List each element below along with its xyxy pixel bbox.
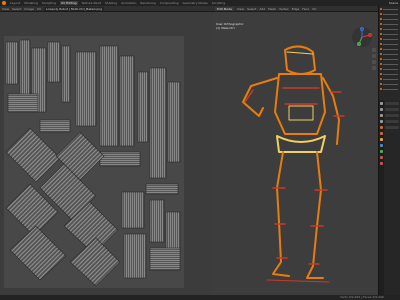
- outliner-row[interactable]: [379, 72, 400, 76]
- outliner-row[interactable]: [379, 57, 400, 61]
- object-icon: [380, 53, 382, 55]
- uv-layout[interactable]: [0, 12, 213, 300]
- object-icon: [380, 63, 382, 65]
- view-layer-icon[interactable]: [380, 120, 383, 123]
- tab-sculpting[interactable]: Sculpting: [42, 1, 56, 5]
- object-icon: [380, 83, 382, 85]
- viewport-nav-tools: [372, 48, 377, 70]
- property-field[interactable]: [385, 126, 399, 129]
- outliner-row[interactable]: [379, 32, 400, 36]
- vp-menu-vertex[interactable]: Vertex: [279, 7, 289, 11]
- tab-rendering[interactable]: Rendering: [140, 1, 155, 5]
- outliner-row[interactable]: [379, 17, 400, 21]
- properties-tab-strip: [379, 100, 384, 300]
- object-icon: [380, 73, 382, 75]
- outliner-row[interactable]: [379, 7, 400, 11]
- properties-content: [385, 102, 399, 129]
- property-field[interactable]: [385, 114, 399, 117]
- uv-menu-image[interactable]: Image: [24, 7, 33, 11]
- object-icon: [380, 78, 382, 80]
- camera-icon[interactable]: [372, 60, 376, 64]
- tab-compositing[interactable]: Compositing: [160, 1, 179, 5]
- object-icon: [380, 38, 382, 40]
- modifier-icon[interactable]: [380, 144, 383, 147]
- outliner-row[interactable]: [379, 12, 400, 16]
- outliner-row[interactable]: [379, 27, 400, 31]
- image-selector[interactable]: Lowpoly Robot | Multi-Ctrl_Baked.png: [44, 6, 105, 11]
- vp-menu-face[interactable]: Face: [302, 7, 309, 11]
- tab-scripting[interactable]: Scripting: [212, 1, 225, 5]
- tab-uv-editing[interactable]: UV Editing: [59, 1, 78, 5]
- outliner-row[interactable]: [379, 67, 400, 71]
- outliner-panel: [378, 6, 400, 100]
- object-icon[interactable]: [380, 138, 383, 141]
- property-field[interactable]: [385, 108, 399, 111]
- mode-selector[interactable]: Edit Mode: [215, 6, 234, 11]
- object-icon: [380, 8, 382, 10]
- outliner-row[interactable]: [379, 52, 400, 56]
- vp-menu-select[interactable]: Select: [247, 7, 256, 11]
- data-icon[interactable]: [380, 150, 383, 153]
- output-icon[interactable]: [380, 114, 383, 117]
- object-icon: [380, 68, 382, 70]
- object-icon: [380, 48, 382, 50]
- outliner-row[interactable]: [379, 77, 400, 81]
- tab-shading[interactable]: Shading: [105, 1, 117, 5]
- vp-menu-edge[interactable]: Edge: [292, 7, 300, 11]
- outliner-row[interactable]: [379, 47, 400, 51]
- object-icon: [380, 18, 382, 20]
- zoom-icon[interactable]: [372, 48, 376, 52]
- scene-selector[interactable]: Scene: [389, 1, 398, 5]
- texture-icon[interactable]: [380, 162, 383, 165]
- grid-icon[interactable]: [372, 66, 376, 70]
- uv-menu-uv[interactable]: UV: [37, 7, 41, 11]
- robot-mesh-wireframe[interactable]: [213, 12, 378, 300]
- vp-menu-view[interactable]: View: [237, 7, 244, 11]
- property-field[interactable]: [385, 102, 399, 105]
- material-icon[interactable]: [380, 156, 383, 159]
- vp-menu-add[interactable]: Add: [259, 7, 265, 11]
- uv-editor-canvas[interactable]: [0, 12, 213, 300]
- tab-layout[interactable]: Layout: [10, 1, 20, 5]
- properties-panel: [378, 100, 400, 300]
- pan-hand-icon[interactable]: [372, 54, 376, 58]
- object-icon: [380, 28, 382, 30]
- object-icon: [380, 58, 382, 60]
- outliner-row[interactable]: [379, 62, 400, 66]
- vp-menu-uv[interactable]: UV: [312, 7, 316, 11]
- outliner-row[interactable]: [379, 22, 400, 26]
- object-icon: [380, 88, 382, 90]
- world-icon[interactable]: [380, 132, 383, 135]
- property-field[interactable]: [385, 120, 399, 123]
- uv-menu-select[interactable]: Select: [12, 7, 21, 11]
- tab-texture-paint[interactable]: Texture Paint: [82, 1, 101, 5]
- outliner-row[interactable]: [379, 82, 400, 86]
- uv-menu-view[interactable]: View: [2, 7, 9, 11]
- object-icon: [380, 23, 382, 25]
- tool-icon[interactable]: [380, 102, 383, 105]
- outliner-row[interactable]: [379, 42, 400, 46]
- 3d-viewport[interactable]: User Orthographic (1) Male.Ctrl X Y Z: [213, 12, 378, 300]
- outliner-row[interactable]: [379, 37, 400, 41]
- object-icon: [380, 43, 382, 45]
- scene-icon[interactable]: [380, 126, 383, 129]
- render-icon[interactable]: [380, 108, 383, 111]
- tab-animation[interactable]: Animation: [121, 1, 136, 5]
- outliner-row[interactable]: [379, 87, 400, 91]
- status-bar: Verts 0/9,999 | Faces 0/9,999: [0, 295, 400, 300]
- vp-menu-mesh[interactable]: Mesh: [268, 7, 276, 11]
- tab-modeling[interactable]: Modeling: [24, 1, 38, 5]
- object-icon: [380, 13, 382, 15]
- blender-logo-icon[interactable]: [2, 1, 6, 5]
- navigation-gizmo[interactable]: X Y Z: [351, 26, 373, 48]
- object-icon: [380, 33, 382, 35]
- tab-geometry-nodes[interactable]: Geometry Nodes: [183, 1, 208, 5]
